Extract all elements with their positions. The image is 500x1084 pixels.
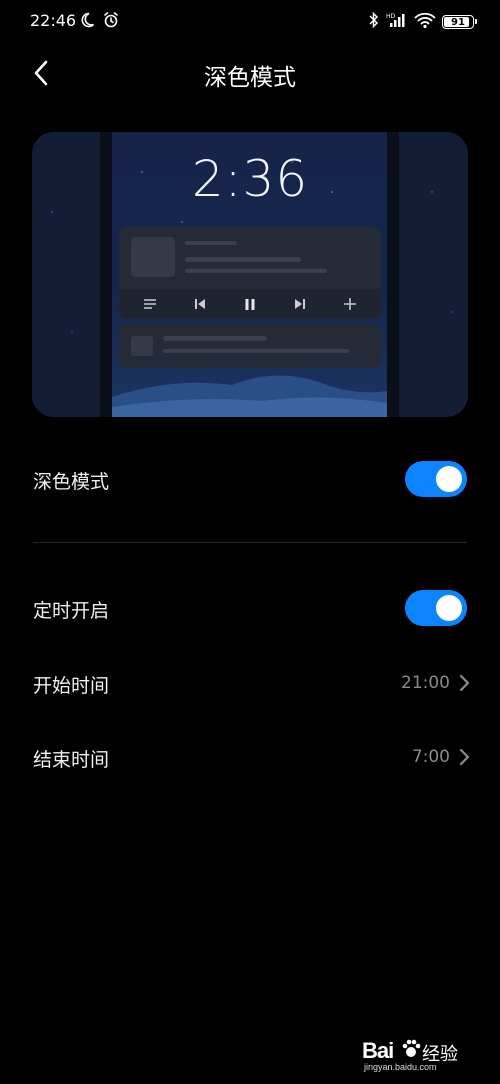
svg-text:HD: HD	[386, 13, 396, 20]
battery-level: 91	[451, 16, 465, 28]
preview-notification	[119, 227, 381, 319]
status-time: 22:46	[30, 11, 77, 30]
watermark-brand: Bai	[362, 1038, 394, 1063]
watermark-url: jingyan.baidu.com	[364, 1062, 437, 1072]
chevron-right-icon	[459, 674, 470, 692]
dark-mode-label: 深色模式	[33, 471, 110, 493]
notification-placeholder-line	[185, 257, 301, 262]
end-time-label: 结束时间	[33, 749, 110, 771]
status-bar: 22:46 HD 91	[0, 0, 500, 44]
preview-clock: 2:36	[191, 150, 309, 208]
toggle-knob	[436, 466, 462, 492]
dark-mode-toggle[interactable]	[405, 461, 467, 497]
notification-placeholder-line	[163, 336, 267, 341]
start-time-label: 开始时间	[33, 675, 110, 697]
bluetooth-icon	[368, 11, 380, 33]
status-right-icons: HD 91	[368, 11, 477, 33]
pause-icon	[238, 292, 262, 316]
scheduled-label: 定时开启	[33, 600, 110, 622]
header: 深色模式	[0, 44, 500, 102]
page-title: 深色模式	[204, 65, 296, 91]
media-controls	[119, 289, 381, 319]
next-icon	[288, 292, 312, 316]
signal-icon: HD	[386, 11, 408, 33]
start-time-value: 21:00	[401, 673, 450, 693]
plus-icon	[338, 292, 362, 316]
notification-thumbnail	[131, 336, 153, 356]
section-divider	[33, 542, 467, 543]
moon-icon	[78, 11, 96, 33]
preview-notification-secondary	[119, 324, 381, 368]
paw-icon	[400, 1038, 422, 1064]
start-time-row[interactable]: 开始时间 21:00	[0, 653, 500, 713]
dark-mode-preview: 2:36	[32, 132, 468, 417]
notification-placeholder-line	[185, 269, 327, 273]
notification-placeholder-line	[185, 241, 237, 245]
menu-icon	[138, 292, 162, 316]
scheduled-toggle[interactable]	[405, 590, 467, 626]
scheduled-row[interactable]: 定时开启	[0, 578, 500, 638]
previous-icon	[188, 292, 212, 316]
notification-placeholder-line	[163, 349, 349, 353]
battery-icon: 91	[442, 15, 477, 29]
notification-thumbnail	[131, 237, 175, 277]
baidu-watermark: Bai 经验 jingyan.baidu.com	[362, 1036, 482, 1076]
toggle-knob	[436, 595, 462, 621]
wifi-icon	[414, 11, 436, 33]
alarm-icon	[102, 11, 120, 33]
end-time-value: 7:00	[411, 747, 450, 767]
chevron-right-icon	[459, 748, 470, 766]
end-time-row[interactable]: 结束时间 7:00	[0, 727, 500, 787]
dark-mode-row[interactable]: 深色模式	[0, 449, 500, 509]
status-left-icons	[78, 11, 120, 33]
